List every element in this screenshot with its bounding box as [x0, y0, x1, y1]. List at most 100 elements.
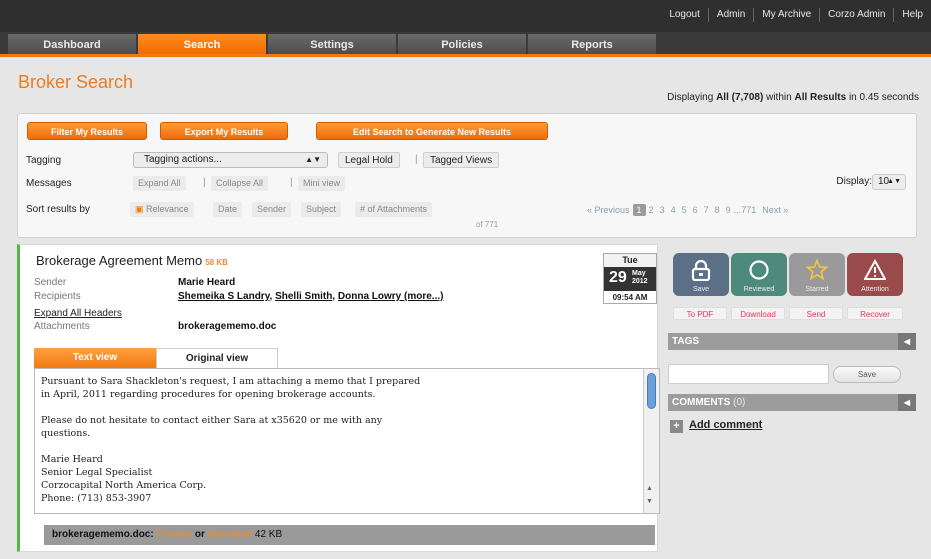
top-bar: Logout Admin My Archive Corzo Admin Help — [0, 0, 931, 32]
pager-page[interactable]: 4 — [668, 205, 679, 215]
recipient-link[interactable]: Shemeika S Landry — [178, 291, 270, 302]
date-year: 2012 — [632, 278, 648, 285]
date-dow: Tue — [604, 254, 656, 267]
expand-headers-link[interactable]: Expand All Headers — [34, 308, 122, 319]
message-panel: Brokerage Agreement Memo 58 KB Sender Mar… — [17, 244, 660, 552]
nav-underline — [0, 54, 931, 57]
add-comment-link[interactable]: + Add comment — [670, 419, 762, 433]
pager-current[interactable]: 1 — [632, 204, 646, 216]
tag-save-button[interactable]: Save — [833, 366, 901, 383]
pager-page[interactable]: 8 — [712, 205, 723, 215]
tag-input[interactable] — [668, 364, 829, 384]
attachment-download-link[interactable]: Download — [208, 529, 252, 540]
save-action-label: Save — [693, 286, 709, 293]
recover-link[interactable]: Recover — [847, 307, 903, 320]
sort-date[interactable]: Date — [213, 202, 243, 217]
date-month: May — [632, 270, 646, 277]
tab-policies[interactable]: Policies — [398, 34, 526, 56]
scroll-up-icon[interactable]: ▲ — [646, 485, 653, 492]
tagging-select[interactable]: Tagging actions... ▲▼ — [133, 152, 328, 168]
display-count-select[interactable]: 10 ▲▼ — [872, 174, 906, 190]
sort-subject[interactable]: Subject — [301, 202, 342, 217]
pager-page[interactable]: 3 — [657, 205, 668, 215]
recipients-label: Recipients — [34, 291, 81, 302]
help-link[interactable]: Help — [893, 8, 931, 22]
expand-all-button[interactable]: Expand All — [133, 176, 186, 191]
summary-results: All Results — [794, 92, 847, 103]
pager-next[interactable]: Next » — [759, 205, 791, 215]
display-label: Display: — [836, 176, 872, 187]
pager-page[interactable]: 6 — [690, 205, 701, 215]
pager-previous[interactable]: « Previous — [584, 205, 633, 215]
message-body-text: Pursuant to Sara Shackleton's request, I… — [41, 376, 421, 504]
message-body[interactable]: Pursuant to Sara Shackleton's request, I… — [34, 368, 660, 514]
select-arrows-icon: ▲▼ — [887, 178, 901, 185]
collapse-all-button[interactable]: Collapse All — [211, 176, 269, 191]
tagged-views-button[interactable]: Tagged Views — [423, 152, 500, 168]
legal-hold-button[interactable]: Legal Hold — [338, 152, 400, 168]
attachment-preview-link[interactable]: Preview — [156, 529, 192, 540]
starred-action-button[interactable]: Starred — [789, 253, 845, 296]
date-month-year: May 2012 — [632, 270, 648, 286]
sort-attachments[interactable]: # of Attachments — [355, 202, 433, 217]
collapse-arrow-icon[interactable]: ◀ — [898, 394, 916, 411]
edit-search-button[interactable]: Edit Search to Generate New Results — [316, 122, 548, 140]
collapse-arrow-icon[interactable]: ◀ — [898, 333, 916, 350]
date-block: 29 May 2012 — [604, 267, 656, 291]
page-title: Broker Search — [18, 72, 134, 92]
export-results-button[interactable]: Export My Results — [160, 122, 288, 140]
star-icon — [806, 259, 828, 281]
message-title[interactable]: Brokerage Agreement Memo 58 KB — [36, 253, 228, 268]
add-comment-label: Add comment — [689, 419, 763, 431]
recipients-value: Shemeika S Landry, Shelli Smith, Donna L… — [178, 291, 444, 302]
tab-original-view[interactable]: Original view — [156, 348, 278, 368]
top-links: Logout Admin My Archive Corzo Admin Help — [661, 8, 931, 22]
pager-page[interactable]: 5 — [679, 205, 690, 215]
attachment-or: or — [194, 529, 205, 540]
recipient-link[interactable]: Donna Lowry (more...) — [338, 291, 444, 302]
message-size: 58 KB — [205, 258, 228, 267]
logout-link[interactable]: Logout — [661, 8, 708, 22]
corzo-admin-link[interactable]: Corzo Admin — [819, 8, 893, 22]
sender-value: Marie Heard — [178, 277, 236, 288]
starred-action-label: Starred — [805, 286, 829, 293]
separator: | — [415, 154, 418, 165]
circle-icon — [749, 260, 769, 280]
tab-dashboard[interactable]: Dashboard — [8, 34, 136, 56]
tab-settings[interactable]: Settings — [268, 34, 396, 56]
comments-header[interactable]: COMMENTS (0) ◀ — [668, 394, 916, 411]
date-day: 29 — [609, 269, 627, 286]
mini-view-button[interactable]: Mini view — [298, 176, 346, 191]
download-link[interactable]: Download — [731, 307, 785, 320]
pager-page[interactable]: 2 — [646, 205, 657, 215]
save-action-button[interactable]: Save — [673, 253, 729, 296]
recipient-link[interactable]: Shelli Smith — [275, 291, 332, 302]
tags-header-label: TAGS — [672, 336, 700, 347]
scroll-down-icon[interactable]: ▼ — [646, 498, 653, 505]
tags-header[interactable]: TAGS ◀ — [668, 333, 916, 350]
to-pdf-link[interactable]: To PDF — [673, 307, 727, 320]
summary-scope: All (7,708) — [716, 92, 764, 103]
pager-page[interactable]: 9 — [723, 205, 734, 215]
summary-time: in 0.45 seconds — [848, 92, 919, 103]
sort-sender[interactable]: Sender — [252, 202, 292, 217]
scroll-thumb[interactable] — [647, 373, 656, 409]
pager-page[interactable]: 7 — [701, 205, 712, 215]
my-archive-link[interactable]: My Archive — [753, 8, 819, 22]
comments-header-label: COMMENTS — [672, 397, 731, 408]
filter-results-button[interactable]: Filter My Results — [27, 122, 147, 140]
sort-relevance[interactable]: ▣ Relevance — [130, 202, 194, 217]
tab-search[interactable]: Search — [138, 34, 266, 56]
tab-reports[interactable]: Reports — [528, 34, 656, 56]
summary-within: within — [766, 92, 792, 103]
date-badge: Tue 29 May 2012 09:54 AM — [603, 253, 657, 304]
tab-text-view[interactable]: Text view — [34, 348, 156, 368]
tagging-label: Tagging — [26, 155, 62, 166]
send-link[interactable]: Send — [789, 307, 843, 320]
reviewed-action-button[interactable]: Reviewed — [731, 253, 787, 296]
admin-link[interactable]: Admin — [707, 8, 753, 22]
pager-last[interactable]: 771 — [741, 205, 759, 215]
attention-action-button[interactable]: Attention — [847, 253, 903, 296]
body-scrollbar[interactable]: ▲ ▼ — [643, 369, 659, 513]
pagination: « Previous 1 2 3 4 5 6 7 8 9 ... 771 Nex… — [584, 204, 791, 216]
